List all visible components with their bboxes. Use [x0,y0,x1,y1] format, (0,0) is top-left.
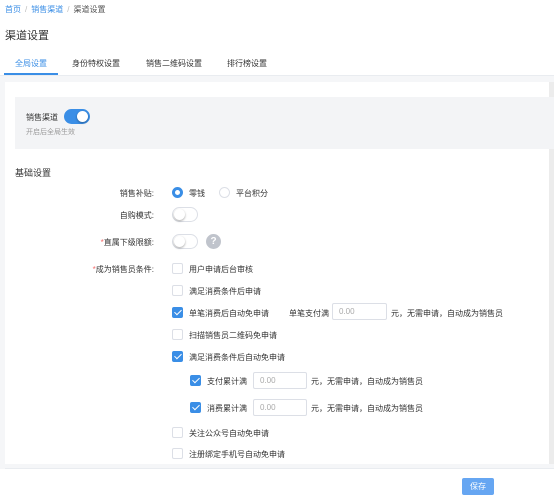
breadcrumb-separator: / [67,5,70,14]
tab-global-settings[interactable]: 全局设置 [15,58,47,69]
condition-scan-qrcode: 扫描销售员二维码免申请 [189,331,277,340]
help-icon[interactable]: ? [206,234,221,249]
total-consumption-suffix: 元，无需申请，自动成为销售员 [311,404,423,413]
checkbox-apply-after-consumption[interactable] [172,285,183,296]
total-payment-amount-input[interactable] [253,372,307,389]
tab-leaderboard[interactable]: 排行榜设置 [227,58,267,69]
direct-limit-label: *直属下级限额: [54,237,154,248]
basic-settings-title: 基础设置 [15,168,52,178]
page-title: 渠道设置 [5,30,49,42]
channel-label: 销售渠道 [26,113,58,122]
conditions-text: 成为销售员条件: [95,265,154,274]
condition-single-purchase-auto: 单笔消费后自动免申请 [189,309,269,318]
active-tab-indicator [4,73,58,75]
toggle-knob [174,236,185,247]
checkbox-follow-official-account[interactable] [172,427,183,438]
checkbox-apply-review[interactable] [172,263,183,274]
tab-sales-qrcode[interactable]: 销售二维码设置 [146,58,202,69]
total-payment-suffix: 元，无需申请，自动成为销售员 [311,377,423,386]
breadcrumb-current: 渠道设置 [73,5,106,14]
breadcrumb-separator: / [25,5,28,14]
checkbox-scan-qrcode[interactable] [172,329,183,340]
subsidy-label: 销售补贴: [119,189,154,198]
total-payment-label: 支付累计满 [207,377,247,386]
condition-consumption-auto: 满足消费条件后自动免申请 [189,353,285,362]
total-consumption-amount-input[interactable] [253,399,307,416]
subsidy-radio-cash[interactable] [172,187,183,198]
self-purchase-toggle[interactable] [172,207,198,222]
single-payment-amount-input[interactable] [332,303,387,320]
toggle-knob [77,111,88,122]
direct-limit-text: 直属下级限额: [103,238,154,247]
breadcrumb: 首页 / 销售渠道 / 渠道设置 [5,4,105,15]
subsidy-radio-points[interactable] [219,187,230,198]
subsidy-option-cash: 零钱 [189,189,205,198]
condition-follow-official-account: 关注公众号自动免申请 [189,429,269,438]
checkbox-total-payment[interactable] [190,375,201,386]
channel-switch-box [15,97,554,149]
subsidy-option-points: 平台积分 [236,189,268,198]
channel-toggle[interactable] [64,109,90,124]
self-purchase-label: 自购模式: [119,211,154,220]
checkbox-bind-phone[interactable] [172,448,183,459]
tab-identity-privileges[interactable]: 身份特权设置 [72,58,120,69]
channel-description: 开启后全局生效 [26,129,75,136]
save-button[interactable]: 保存 [462,478,494,495]
condition-bind-phone: 注册绑定手机号自动免申请 [189,450,285,459]
conditions-label: *成为销售员条件: [54,264,154,275]
direct-limit-toggle[interactable] [172,234,198,249]
total-consumption-label: 消费累计满 [207,404,247,413]
single-payment-label: 单笔支付满 [289,309,329,318]
checkbox-total-consumption[interactable] [190,402,201,413]
condition-apply-after-consumption: 满足消费条件后申请 [189,287,261,296]
single-payment-suffix: 元，无需申请，自动成为销售员 [391,309,503,318]
checkbox-single-purchase-auto[interactable] [172,307,183,318]
breadcrumb-parent[interactable]: 销售渠道 [31,5,63,14]
breadcrumb-home[interactable]: 首页 [5,5,21,14]
checkbox-consumption-auto[interactable] [172,351,183,362]
condition-apply-review: 用户申请后台审核 [189,265,253,274]
toggle-knob [174,209,185,220]
tab-bar: 全局设置 身份特权设置 销售二维码设置 排行榜设置 [0,50,554,76]
